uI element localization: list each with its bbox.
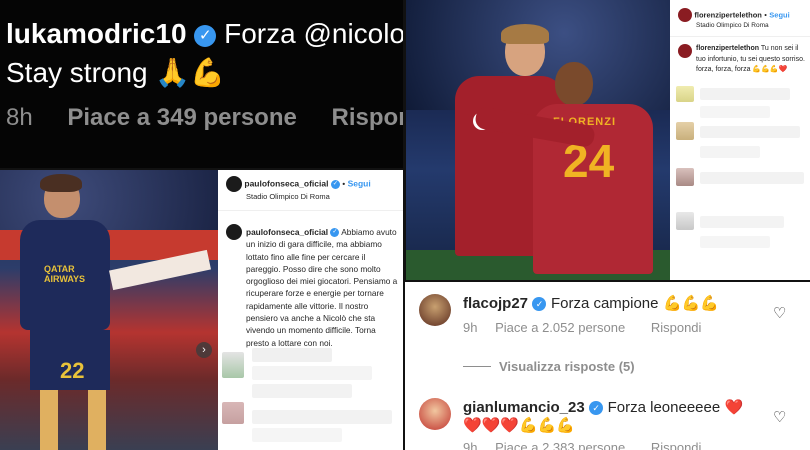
blurred-comment (700, 126, 800, 138)
divider (670, 36, 810, 37)
blurred-avatar (676, 122, 694, 140)
player-hair (501, 24, 549, 44)
comment-username[interactable]: flacojp27 (463, 295, 528, 312)
player-jersey: QATAR AIRWAYS (20, 220, 110, 330)
reply-button[interactable]: Rispondi (332, 104, 405, 131)
blurred-comment (252, 428, 342, 442)
comment-time: 9h (463, 320, 478, 335)
luka-comment-panel: lukamodric10 ✓ Forza @nicolo Stay strong… (0, 0, 405, 170)
verified-badge-icon: ✓ (589, 400, 604, 415)
comment-username[interactable]: lukamodric10 (6, 18, 187, 49)
post-username[interactable]: paulofonseca_oficial (244, 178, 328, 188)
verified-badge-icon: ✓ (194, 24, 217, 47)
replies-line (463, 366, 491, 367)
post-username[interactable]: florenzipertelethon (694, 10, 762, 19)
view-replies-button[interactable]: Visualizza risposte (5) (499, 359, 635, 374)
comment-time: 8h (6, 104, 33, 131)
blurred-comment (700, 236, 770, 248)
caption-avatar[interactable] (226, 224, 242, 240)
blurred-avatar (676, 168, 694, 186)
comment-text: Forza @nicolo (224, 18, 405, 49)
avatar[interactable] (419, 294, 451, 326)
post-header: florenzipertelethon • Segui Stadio Olimp… (678, 8, 790, 29)
comment-likes[interactable]: Piace a 349 persone (67, 104, 296, 131)
post-location[interactable]: Stadio Olimpico Di Roma (696, 22, 790, 29)
comment-2-meta: 9h Piace a 2.383 persone Rispondi (463, 440, 701, 450)
verified-badge-icon: ✓ (330, 228, 340, 238)
verified-badge-icon: ✓ (532, 296, 547, 311)
player-leg-left (40, 390, 58, 450)
comment-likes[interactable]: Piace a 2.052 persone (495, 320, 625, 335)
blurred-comment (252, 384, 352, 398)
avatar[interactable] (226, 176, 242, 192)
blurred-comment (252, 348, 332, 362)
blurred-avatar (676, 86, 694, 102)
heart-icon[interactable]: ♡ (773, 304, 786, 322)
sponsor-text: QATAR AIRWAYS (44, 264, 86, 284)
comment-emojis: ❤️ (724, 399, 744, 416)
fonseca-post-panel: QATAR AIRWAYS 22 › paulofonseca_oficial … (0, 170, 405, 450)
blurred-comment (252, 410, 392, 424)
comment-line-1: lukamodric10 ✓ Forza @nicolo (6, 18, 405, 50)
comment-text-2: Stay strong (6, 57, 148, 88)
blurred-comment (700, 146, 760, 158)
post-sidebar: florenzipertelethon • Segui Stadio Olimp… (670, 0, 810, 282)
avatar[interactable] (419, 398, 451, 430)
follow-button[interactable]: Segui (348, 178, 371, 188)
caption-text: Abbiamo avuto un inizio di gara difficil… (246, 227, 398, 348)
chevron-right-icon[interactable]: › (196, 342, 212, 358)
caption-username[interactable]: florenzipertelethon (696, 45, 759, 52)
blurred-comment (252, 366, 372, 380)
comment-text: Forza leoneeeee (607, 399, 721, 416)
comment-username[interactable]: gianlumancio_23 (463, 399, 585, 416)
post-sidebar: paulofonseca_oficial ✓ • Segui Stadio Ol… (218, 170, 405, 450)
comment-emojis: 🙏💪 (155, 57, 226, 88)
comment-meta: 8h Piace a 349 persone Rispondi (6, 104, 405, 132)
reply-button[interactable]: Rispondi (651, 440, 702, 450)
comment-emojis: 💪💪💪 (662, 295, 719, 312)
caption-avatar[interactable] (678, 44, 692, 58)
shorts-number: 22 (60, 358, 85, 383)
post-caption: florenzipertelethon Tu non sei il tuo in… (696, 44, 808, 76)
post-photo-hug[interactable]: FLORENZI 24 (405, 0, 670, 282)
blurred-comment (700, 88, 790, 100)
blurred-comment (700, 106, 770, 118)
comment-likes[interactable]: Piace a 2.383 persone (495, 440, 625, 450)
comment-2: gianlumancio_23 ✓ Forza leoneeeee ❤️ (463, 398, 743, 417)
post-photo-player[interactable]: QATAR AIRWAYS 22 › (0, 170, 218, 450)
blurred-comment (700, 172, 804, 184)
florenzi-post-panel: FLORENZI 24 florenzipertelethon • Segui … (405, 0, 810, 282)
comment-1-meta: 9h Piace a 2.052 persone Rispondi (463, 320, 701, 335)
comment-line-2: Stay strong 🙏💪 (6, 56, 225, 89)
comment-text: Forza campione (550, 295, 659, 312)
comment-2-line2: ❤️❤️❤️💪💪💪 (463, 417, 576, 434)
player-shorts: 22 (30, 330, 110, 390)
verified-badge-icon: ✓ (330, 179, 340, 189)
blurred-avatar (222, 402, 244, 424)
comment-1: flacojp27 ✓ Forza campione 💪💪💪 (463, 294, 719, 313)
avatar[interactable] (678, 8, 692, 22)
follow-button[interactable]: Segui (769, 10, 789, 19)
comments-panel: flacojp27 ✓ Forza campione 💪💪💪 9h Piace … (405, 282, 810, 450)
post-location[interactable]: Stadio Olimpico Di Roma (246, 192, 371, 201)
blurred-comment (700, 216, 784, 228)
blurred-avatar (222, 352, 244, 378)
heart-icon[interactable]: ♡ (773, 408, 786, 426)
blurred-avatar (676, 212, 694, 230)
player-hair (40, 174, 82, 192)
caption-username[interactable]: paulofonseca_oficial (246, 227, 328, 237)
divider (218, 210, 405, 211)
comment-time: 9h (463, 440, 478, 450)
post-header: paulofonseca_oficial ✓ • Segui Stadio Ol… (226, 176, 371, 201)
player-leg-right (88, 390, 106, 450)
reply-button[interactable]: Rispondi (651, 320, 702, 335)
player-head-2 (555, 62, 593, 106)
post-caption: paulofonseca_oficial ✓ Abbiamo avuto un … (246, 226, 401, 349)
